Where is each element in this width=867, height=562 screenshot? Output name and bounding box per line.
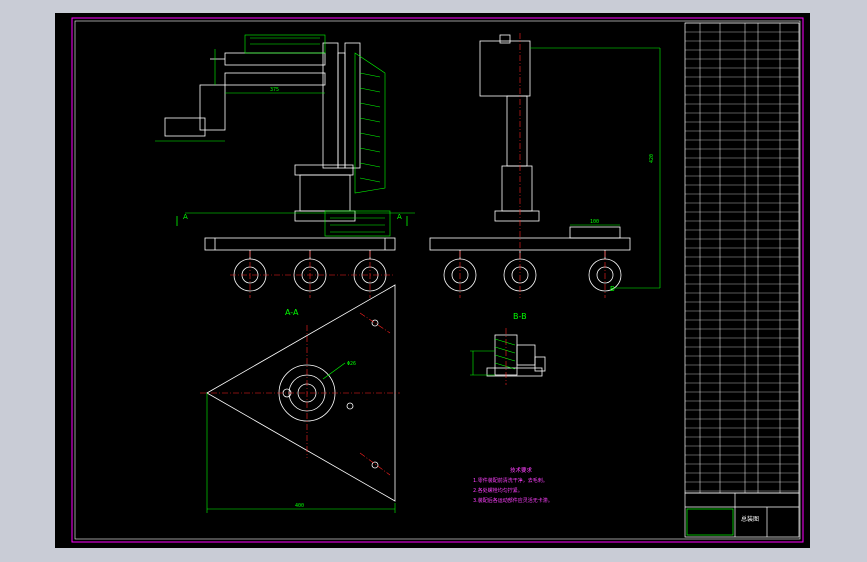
section-aa-dimensions — [206, 362, 396, 513]
section-bb-label: B-B — [513, 312, 527, 321]
front-view — [164, 42, 396, 292]
side-centerlines — [459, 33, 606, 298]
dim-plate-width: 400 — [295, 503, 304, 509]
notes-title: 技术要求 — [510, 466, 533, 474]
dim-front-width: 375 — [270, 87, 279, 93]
inner-border — [74, 20, 801, 540]
parts-list-rows — [685, 22, 799, 492]
cut-line-a — [176, 216, 408, 226]
title-block — [684, 492, 800, 538]
dim-hole-dia: Φ26 — [347, 361, 356, 367]
cad-drawing: 375 A A 420 100 B A-A 400 Φ26 B-B 技术要求 1… — [71, 17, 804, 543]
drawing-frame: 375 A A 420 100 B A-A 400 Φ26 B-B 技术要求 1… — [55, 13, 810, 548]
cut-mark-a-left: A — [183, 213, 188, 221]
front-dimensions — [155, 49, 415, 214]
side-dimensions — [530, 47, 661, 289]
outer-border — [71, 17, 804, 543]
notes-line-1: 1.零件装配前清洗干净，去毛刺。 — [473, 477, 548, 484]
section-bb-hatch — [470, 338, 516, 376]
notes-line-3: 3.装配后各运动部件应灵活无卡滞。 — [473, 497, 553, 504]
cut-mark-b: B — [610, 285, 615, 293]
technical-notes: 技术要求 1.零件装配前清洗干净，去毛刺。 2.各处螺栓均匀拧紧。 3.装配后各… — [473, 466, 553, 504]
cut-mark-a-right: A — [397, 213, 402, 221]
notes-line-2: 2.各处螺栓均匀拧紧。 — [473, 487, 523, 494]
section-aa-centerlines — [200, 312, 400, 476]
parts-list — [684, 22, 800, 494]
section-aa-label: A-A — [285, 308, 299, 317]
dim-side-height: 420 — [649, 154, 655, 163]
dim-side-width: 100 — [590, 219, 599, 225]
title-drawing-no: 总装图 — [741, 515, 759, 523]
suction-cups-side — [443, 250, 622, 292]
